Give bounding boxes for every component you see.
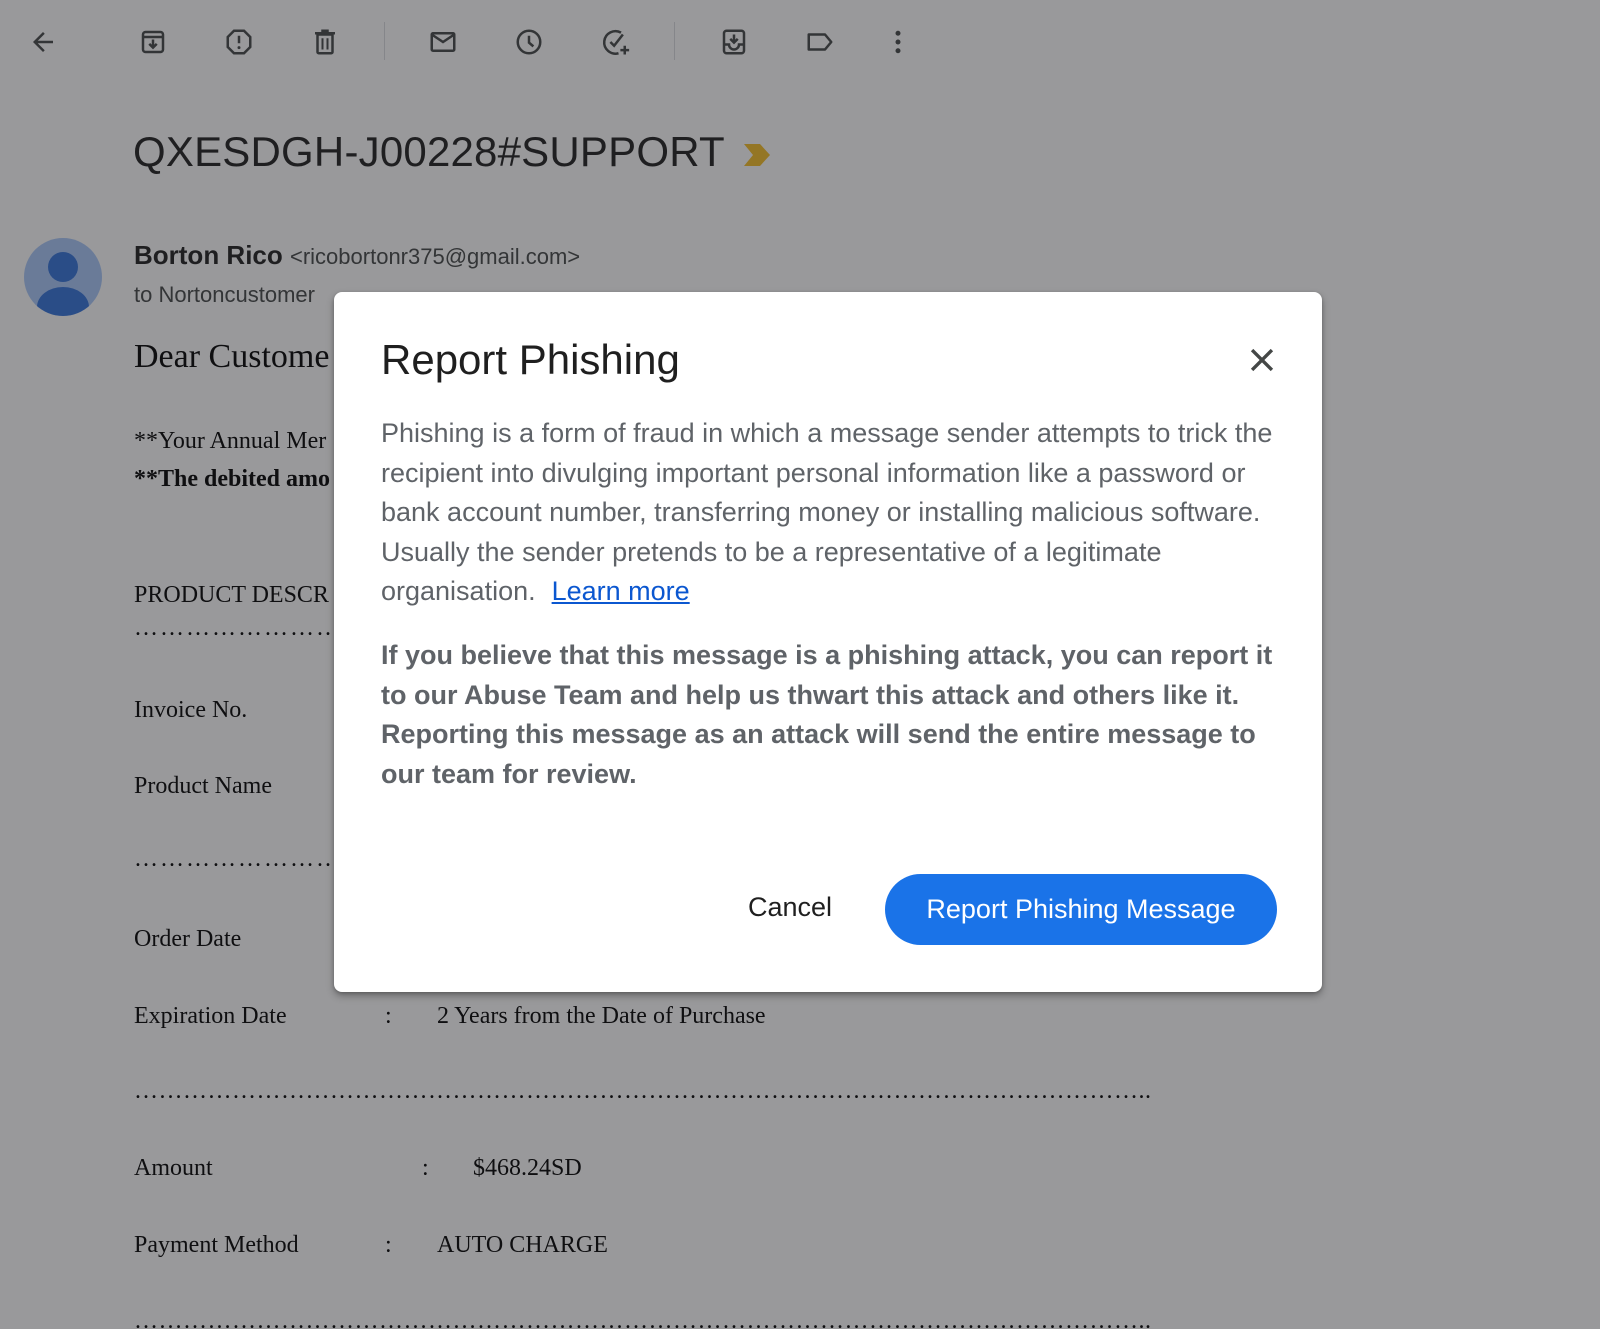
- phishing-explanation-text: Phishing is a form of fraud in which a m…: [381, 418, 1273, 606]
- close-button[interactable]: [1234, 332, 1290, 388]
- dialog-title: Report Phishing: [381, 336, 680, 383]
- report-instructions: If you believe that this message is a ph…: [381, 640, 1273, 789]
- report-phishing-dialog: Report Phishing Phishing is a form of fr…: [334, 292, 1322, 992]
- close-icon: [1250, 348, 1274, 372]
- phishing-explanation: Phishing is a form of fraud in which a m…: [381, 414, 1281, 612]
- report-phishing-message-button[interactable]: Report Phishing Message: [885, 874, 1277, 945]
- learn-more-link[interactable]: Learn more: [552, 576, 690, 606]
- cancel-button[interactable]: Cancel: [730, 874, 850, 940]
